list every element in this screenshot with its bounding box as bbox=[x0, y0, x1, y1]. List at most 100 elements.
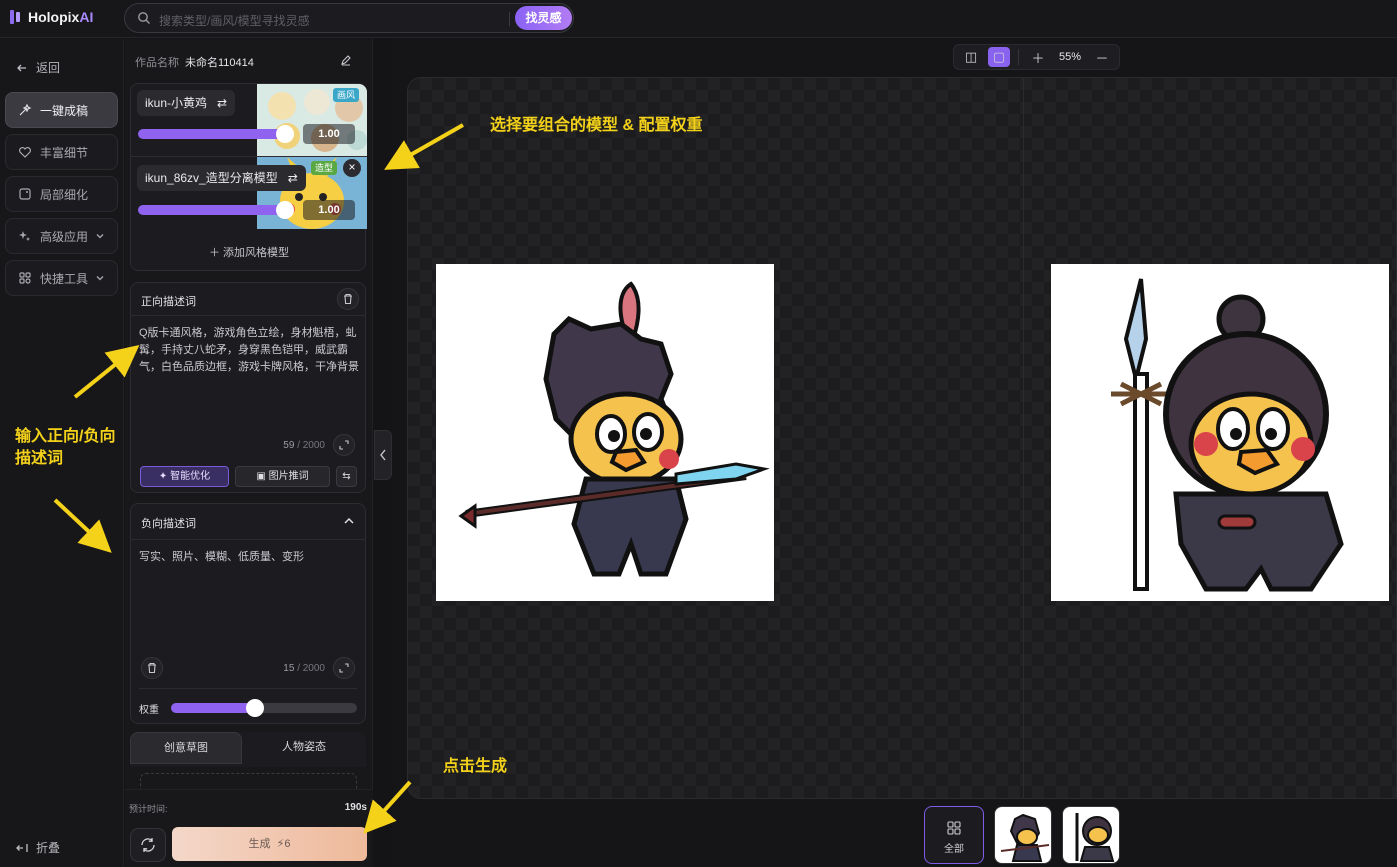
trash-icon bbox=[148, 662, 156, 674]
nav-item-quick-tools[interactable]: 快捷工具 bbox=[5, 260, 118, 296]
negative-char-count: 15 / 2000 bbox=[283, 663, 325, 674]
generate-label: 生成 bbox=[248, 838, 271, 850]
image-icon: ▣ bbox=[256, 471, 269, 482]
expand-button[interactable] bbox=[333, 657, 355, 679]
nav-item-one-click[interactable]: 一键成稿 bbox=[5, 92, 118, 128]
model-weight-slider[interactable] bbox=[138, 201, 294, 219]
sparkles-icon bbox=[19, 231, 30, 241]
weight-label: 权重 bbox=[139, 705, 159, 716]
nav-item-enrich-detail[interactable]: 丰富细节 bbox=[5, 134, 118, 170]
work-name: 作品名称 未命名110414 bbox=[135, 54, 254, 70]
style-tag: 画风 bbox=[332, 88, 359, 102]
positive-char-count: 59 / 2000 bbox=[283, 440, 325, 451]
work-name-label: 作品名称 bbox=[135, 57, 179, 69]
translate-icon: ⇆ bbox=[342, 471, 351, 482]
top-bar: HolopixAI 搜索类型/画风/模型寻找灵感 找灵感 bbox=[0, 0, 1397, 38]
generate-cost: 6 bbox=[284, 838, 291, 850]
positive-max: / 2000 bbox=[297, 440, 325, 451]
annotation-models: 选择要组合的模型 & 配置权重 bbox=[490, 117, 703, 134]
add-style-model-button[interactable]: ＋ 添加风格模型 bbox=[131, 244, 367, 260]
canvas[interactable] bbox=[407, 77, 1397, 799]
positive-prompt-card: 正向描述词 Q版卡通风格，游戏角色立绘，身材魁梧，虬髯，手持丈八蛇矛，身穿黑色铠… bbox=[130, 282, 366, 493]
edit-icon[interactable] bbox=[340, 54, 352, 66]
negative-prompt-card: 负向描述词 写实、照片、模糊、低质量、变形 15 / 2000 权重 bbox=[130, 503, 366, 724]
nav-item-label: 局部细化 bbox=[40, 187, 89, 202]
model-name-chip[interactable]: ikun-小黄鸡 ⇄ bbox=[137, 90, 236, 116]
model-row: 画风 ikun-小黄鸡 ⇄ 1.00 bbox=[131, 84, 367, 156]
generate-footer: 预计时间: 190s 生成 ⚡6 bbox=[125, 789, 373, 867]
negative-prompt-input[interactable]: 写实、照片、模糊、低质量、变形 bbox=[139, 549, 361, 566]
compare-view-button[interactable]: ◫ bbox=[960, 47, 982, 67]
reference-tabs: 创意草图 人物姿态 bbox=[130, 732, 366, 767]
remove-model-icon[interactable]: × bbox=[343, 159, 361, 177]
generate-button[interactable]: 生成 ⚡6 bbox=[172, 827, 367, 861]
model-name: ikun-小黄鸡 bbox=[145, 96, 208, 110]
generated-image-1[interactable] bbox=[436, 264, 774, 601]
arrow-left-icon bbox=[17, 64, 26, 71]
zoom-out-button[interactable]: － bbox=[1091, 47, 1113, 67]
positive-prompt-title: 正向描述词 bbox=[141, 296, 196, 308]
divider bbox=[1018, 49, 1019, 65]
image-to-prompt-button[interactable]: ▣ 图片推词 bbox=[235, 466, 330, 487]
divider bbox=[139, 688, 357, 689]
chevron-up-icon[interactable] bbox=[343, 516, 355, 526]
smart-optimize-button[interactable]: ✦ 智能优化 bbox=[140, 466, 229, 487]
tab-sketch[interactable]: 创意草图 bbox=[130, 732, 242, 764]
fold-button[interactable]: 折叠 bbox=[16, 839, 60, 856]
logo[interactable]: HolopixAI bbox=[10, 9, 93, 25]
back-label: 返回 bbox=[36, 61, 61, 75]
expand-button[interactable] bbox=[333, 434, 355, 456]
estimate-value: 190s bbox=[344, 802, 367, 813]
back-button[interactable]: 返回 bbox=[16, 59, 60, 76]
image-edit-icon bbox=[19, 188, 31, 200]
gallery-thumbnail[interactable] bbox=[1062, 806, 1120, 864]
positive-prompt-input[interactable]: Q版卡通风格，游戏角色立绘，身材魁梧，虬髯，手持丈八蛇矛，身穿黑色铠甲，威武霸气… bbox=[139, 325, 361, 376]
negative-weight-slider[interactable] bbox=[171, 699, 357, 717]
model-weight-value[interactable]: 1.00 bbox=[303, 124, 355, 144]
estimate-label: 预计时间: bbox=[129, 804, 168, 814]
model-name-chip[interactable]: ikun_86zv_造型分离模型 ⇄ bbox=[137, 165, 306, 191]
search-input[interactable]: 搜索类型/画风/模型寻找灵感 bbox=[159, 12, 310, 29]
minus-icon: － bbox=[1095, 50, 1109, 66]
nav-item-label: 丰富细节 bbox=[40, 145, 89, 160]
swap-icon[interactable]: ⇄ bbox=[217, 90, 227, 116]
find-inspiration-button[interactable]: 找灵感 bbox=[515, 6, 572, 30]
model-box: 画风 ikun-小黄鸡 ⇄ 1.00 造型 × ikun_86zv_造型分离模型 ⇄… bbox=[130, 83, 367, 271]
gallery-all-label: 全部 bbox=[944, 844, 964, 855]
sparkle-icon: ✦ bbox=[158, 471, 171, 482]
gallery-all-button[interactable]: 全部 bbox=[924, 806, 984, 864]
panel-collapse-handle[interactable] bbox=[374, 430, 392, 480]
gallery-thumbnail[interactable] bbox=[994, 806, 1052, 864]
search-bar: 搜索类型/画风/模型寻找灵感 找灵感 bbox=[124, 3, 574, 33]
delete-button[interactable] bbox=[337, 288, 359, 310]
delete-button[interactable] bbox=[141, 657, 163, 679]
translate-button[interactable]: ⇆ bbox=[336, 466, 357, 487]
zoom-in-button[interactable]: ＋ bbox=[1027, 47, 1049, 67]
tab-pose[interactable]: 人物姿态 bbox=[248, 732, 360, 764]
nav-item-advanced[interactable]: 高级应用 bbox=[5, 218, 118, 254]
trash-icon bbox=[344, 293, 352, 305]
slider-knob[interactable] bbox=[245, 699, 264, 717]
model-weight-value[interactable]: 1.00 bbox=[303, 200, 355, 220]
plus-icon: ＋ bbox=[208, 247, 224, 259]
chevron-down-icon bbox=[96, 234, 104, 239]
nav-item-label: 高级应用 bbox=[40, 229, 89, 244]
zoom-level: 55% bbox=[1059, 51, 1082, 63]
grid-tools-icon bbox=[19, 272, 31, 284]
slider-knob[interactable] bbox=[276, 125, 294, 143]
add-style-model-label: 添加风格模型 bbox=[223, 247, 290, 259]
nav-item-local-refine[interactable]: 局部细化 bbox=[5, 176, 118, 212]
work-name-value: 未命名110414 bbox=[185, 57, 254, 69]
negative-prompt-title: 负向描述词 bbox=[141, 518, 196, 530]
model-thumbnail: 画风 bbox=[257, 84, 367, 156]
swap-icon[interactable]: ⇄ bbox=[288, 165, 298, 191]
magic-pen-icon bbox=[19, 103, 32, 116]
single-view-button[interactable]: ▢ bbox=[988, 47, 1010, 67]
generated-image-2[interactable] bbox=[1051, 264, 1389, 601]
negative-max: / 2000 bbox=[297, 663, 325, 674]
model-weight-slider[interactable] bbox=[138, 125, 294, 143]
slider-knob[interactable] bbox=[276, 201, 294, 219]
reset-button[interactable] bbox=[130, 828, 166, 862]
collapse-left-icon bbox=[16, 843, 28, 852]
smart-optimize-label: 智能优化 bbox=[170, 471, 211, 482]
